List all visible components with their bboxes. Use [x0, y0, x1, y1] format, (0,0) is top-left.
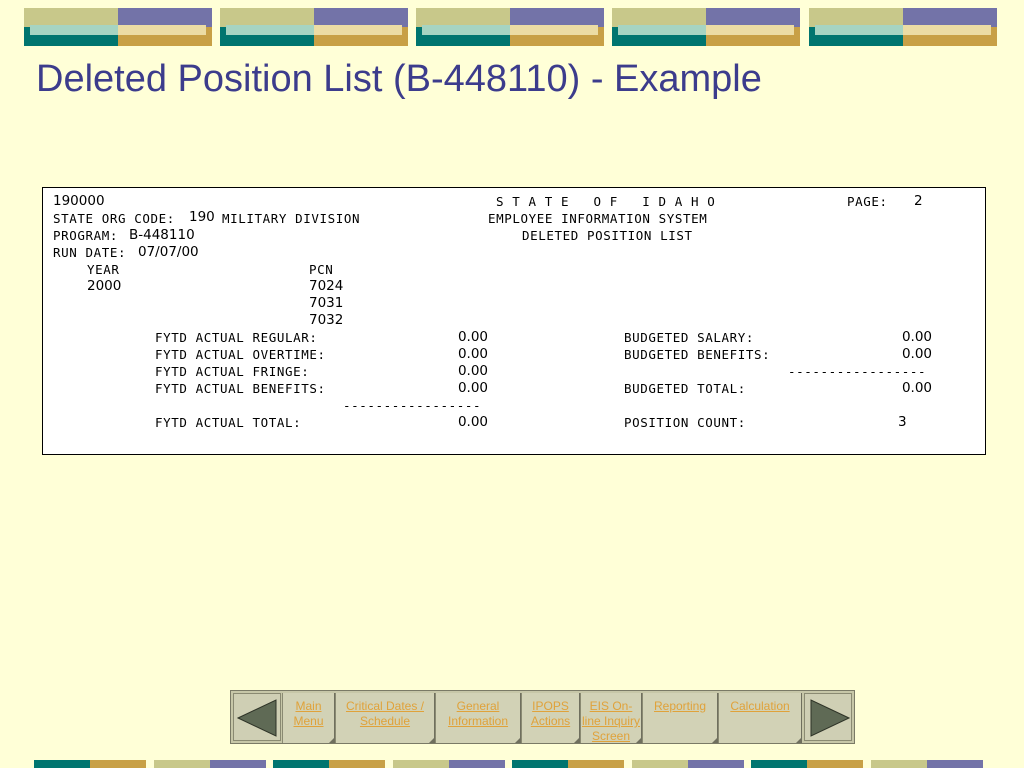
system-name: EMPLOYEE INFORMATION SYSTEM: [488, 211, 708, 226]
budgeted-separator: -----------------: [788, 364, 927, 379]
band-tile: [220, 8, 408, 46]
program-code: B-448110: [129, 227, 195, 243]
org-code: 190: [189, 209, 215, 225]
nav-link-eis-inquiry[interactable]: EIS On-line Inquiry Screen: [580, 693, 642, 743]
actual-total-label: FYTD ACTUAL TOTAL:: [155, 415, 302, 430]
actual-benefits-value: 0.00: [457, 380, 488, 396]
pcn-header: PCN: [309, 262, 334, 277]
report-name: DELETED POSITION LIST: [522, 228, 693, 243]
nav-link-calculation[interactable]: Calculation: [718, 693, 802, 743]
report-panel: 190000 S T A T E O F I D A H O PAGE: 2 S…: [42, 187, 986, 455]
pcn-value: 7024: [309, 278, 344, 294]
nav-link-ipops-actions[interactable]: IPOPS Actions: [521, 693, 580, 743]
band-tile: [809, 8, 997, 46]
budgeted-salary-label: BUDGETED SALARY:: [624, 330, 755, 345]
state-header: S T A T E O F I D A H O: [496, 194, 716, 209]
nav-link-reporting[interactable]: Reporting: [642, 693, 718, 743]
nav-link-general-information[interactable]: General Information: [435, 693, 521, 743]
org-name: MILITARY DIVISION: [222, 211, 361, 226]
nav-link-main-menu[interactable]: Main Menu: [282, 693, 335, 743]
budgeted-salary-value: 0.00: [901, 329, 932, 345]
budgeted-total-value: 0.00: [901, 380, 932, 396]
actual-overtime-label: FYTD ACTUAL OVERTIME:: [155, 347, 326, 362]
prev-button[interactable]: [233, 693, 281, 741]
page-label: PAGE:: [847, 194, 888, 209]
org-code-label: STATE ORG CODE:: [53, 211, 175, 226]
budgeted-total-label: BUDGETED TOTAL:: [624, 381, 746, 396]
page-number: 2: [914, 193, 923, 209]
next-button[interactable]: [804, 693, 852, 741]
pcn-value: 7032: [309, 312, 344, 328]
band-tile: [416, 8, 604, 46]
actual-regular-value: 0.00: [457, 329, 488, 345]
actual-benefits-label: FYTD ACTUAL BENEFITS:: [155, 381, 326, 396]
actual-fringe-value: 0.00: [457, 363, 488, 379]
page-title: Deleted Position List (B-448110) - Examp…: [36, 58, 762, 100]
bottom-navigation: Main Menu Critical Dates / Schedule Gene…: [230, 690, 855, 744]
position-count-label: POSITION COUNT:: [624, 415, 746, 430]
year-header: YEAR: [87, 262, 120, 277]
position-count-value: 3: [898, 414, 907, 430]
band-tile: [612, 8, 800, 46]
actual-overtime-value: 0.00: [457, 346, 488, 362]
actual-total-value: 0.00: [457, 414, 488, 430]
budgeted-benefits-value: 0.00: [901, 346, 932, 362]
agency-code: 190000: [53, 193, 105, 209]
run-date: 07/07/00: [138, 244, 199, 260]
program-label: PROGRAM:: [53, 228, 119, 243]
actual-fringe-label: FYTD ACTUAL FRINGE:: [155, 364, 310, 379]
run-date-label: RUN DATE:: [53, 245, 127, 260]
actual-regular-label: FYTD ACTUAL REGULAR:: [155, 330, 318, 345]
year-value: 2000: [87, 278, 122, 294]
pcn-value: 7031: [309, 295, 344, 311]
actuals-separator: -----------------: [343, 398, 482, 413]
band-tile: [24, 8, 212, 46]
nav-link-critical-dates[interactable]: Critical Dates / Schedule: [335, 693, 435, 743]
budgeted-benefits-label: BUDGETED BENEFITS:: [624, 347, 771, 362]
